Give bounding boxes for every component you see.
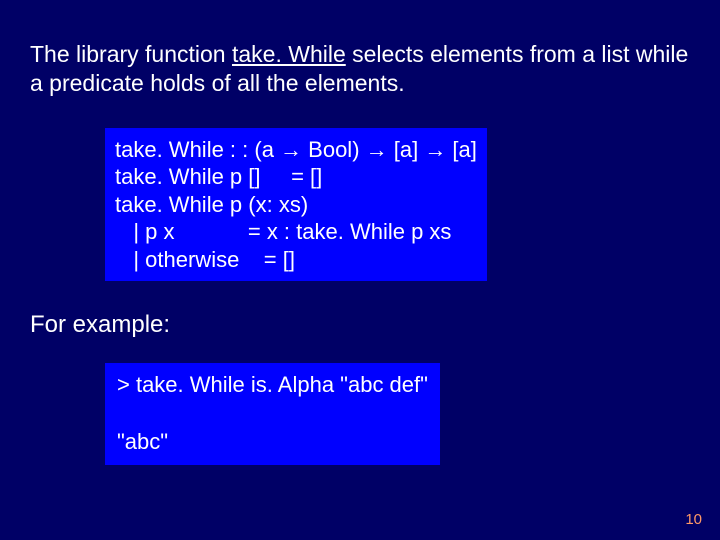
code-line-3: take. While p (x: xs) [115, 192, 308, 217]
intro-underlined: take. While [232, 41, 346, 67]
intro-text: The library function take. While selects… [30, 40, 690, 98]
example-block: > take. While is. Alpha "abc def" "abc" [105, 363, 440, 465]
page-number: 10 [685, 511, 702, 528]
intro-pre: The library function [30, 41, 232, 67]
example-line-1: > take. While is. Alpha "abc def" [117, 372, 428, 397]
code-definition: take. While : : (a → Bool) → [a] → [a] t… [105, 128, 487, 282]
code-line-4: | p x = x : take. While p xs [115, 219, 451, 244]
code-line-5: | otherwise = [] [115, 247, 295, 272]
example-line-3: "abc" [117, 429, 168, 454]
for-example-label: For example: [30, 311, 690, 339]
code-line-2: take. While p [] = [] [115, 164, 322, 189]
slide: The library function take. While selects… [0, 0, 720, 540]
code-line-1: take. While : : (a → Bool) → [a] → [a] [115, 137, 477, 162]
